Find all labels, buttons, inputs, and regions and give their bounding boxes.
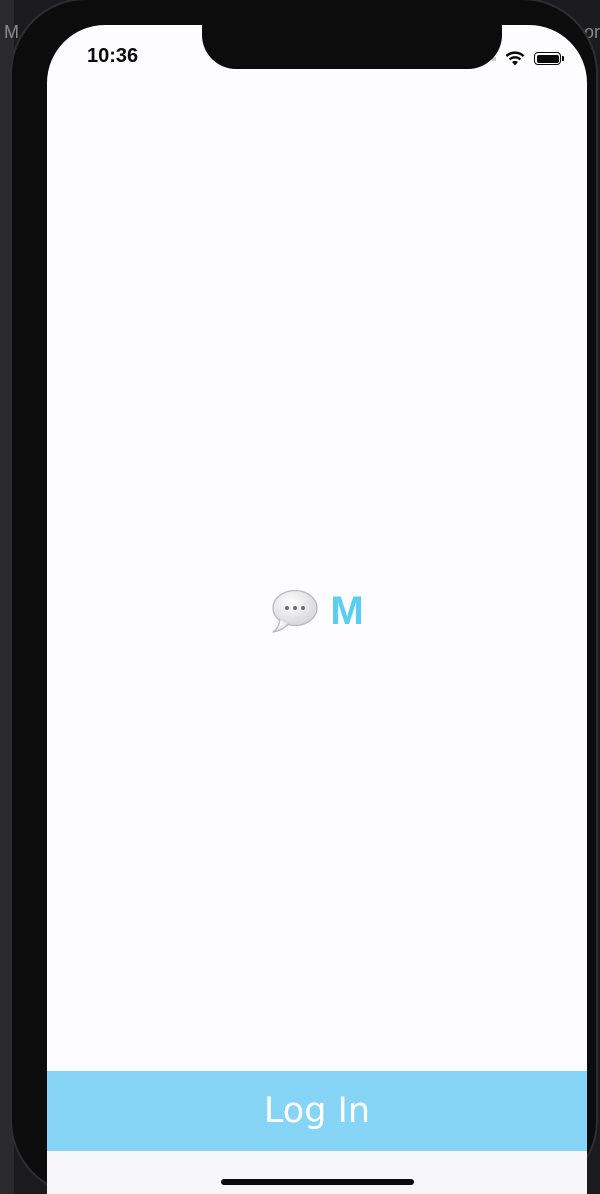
logo-letter: M [330, 589, 364, 633]
app-screen: 10:36 M Log In [47, 25, 587, 1194]
background-window-tab-text: M [4, 22, 19, 42]
device-notch [202, 25, 502, 69]
login-button[interactable]: Log In [47, 1071, 587, 1151]
wifi-icon [505, 51, 525, 66]
speech-balloon-icon [272, 589, 318, 633]
bottom-safe-area [47, 1151, 587, 1194]
device-frame: 10:36 M Log In [12, 0, 596, 1194]
battery-icon [534, 52, 564, 65]
home-indicator[interactable] [221, 1179, 414, 1185]
status-bar-time: 10:36 [87, 45, 139, 67]
app-logo: M [47, 588, 587, 634]
